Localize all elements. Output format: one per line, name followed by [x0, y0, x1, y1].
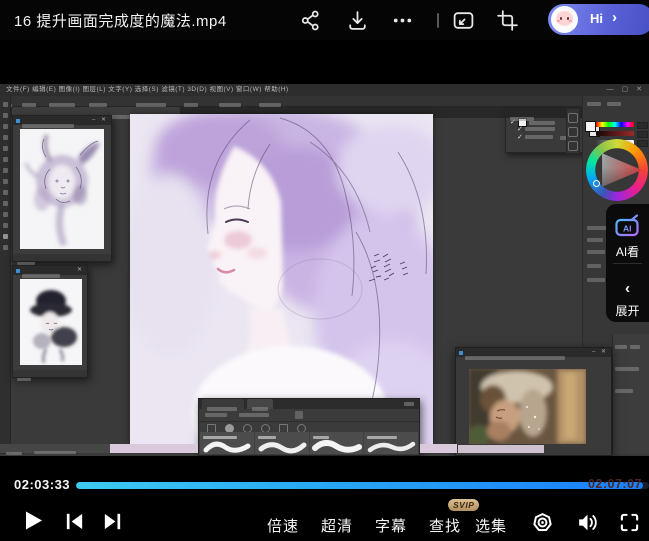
- progress-bar[interactable]: [76, 482, 649, 489]
- ps-floating-window-sketch2[interactable]: ✕: [12, 265, 88, 378]
- brush-preset[interactable]: [200, 432, 255, 454]
- ps-status-bar: [0, 444, 110, 453]
- ps-window-controls: — ▢ ✕: [607, 84, 645, 96]
- speed-button[interactable]: 倍速: [267, 515, 299, 536]
- brush-tab[interactable]: [247, 399, 273, 409]
- total-duration: 02:07:07: [588, 477, 642, 491]
- status-strip-segment: [110, 444, 198, 453]
- episodes-button[interactable]: 选集: [475, 515, 507, 536]
- volume-icon[interactable]: [576, 511, 599, 534]
- window-status-bar: [13, 370, 87, 377]
- ps-brush-panel[interactable]: [198, 398, 420, 456]
- brush-settings-tab[interactable]: [202, 399, 244, 409]
- crop-icon[interactable]: [496, 9, 519, 32]
- slider-value-box[interactable]: [637, 122, 648, 129]
- quality-button[interactable]: 超清: [321, 515, 353, 536]
- reference-photo: [469, 369, 586, 444]
- ps-collapsed-panel-strip[interactable]: [566, 108, 580, 154]
- assistant-avatar-button[interactable]: Hi ›: [548, 4, 649, 35]
- svip-badge[interactable]: SVIP: [448, 499, 479, 511]
- close-icon[interactable]: – ✕: [92, 116, 108, 125]
- share-icon[interactable]: [299, 9, 322, 32]
- side-overlay-panel: AI AI看 ‹ 展开: [606, 204, 649, 322]
- assistant-greeting: Hi: [590, 11, 603, 26]
- slider-value-box[interactable]: [637, 131, 648, 138]
- ps-layers-panel[interactable]: [612, 334, 649, 454]
- ps-toolbar: [0, 96, 11, 454]
- pip-icon[interactable]: [452, 9, 475, 32]
- ai-view-label: AI看: [606, 243, 649, 260]
- ai-view-button[interactable]: AI AI看: [606, 204, 649, 260]
- checkmark-icon[interactable]: ✓: [517, 134, 523, 141]
- more-icon[interactable]: [391, 9, 414, 32]
- expand-button[interactable]: ‹ 展开: [606, 260, 649, 319]
- close-icon[interactable]: ✕: [77, 266, 84, 275]
- brush-preset[interactable]: [364, 432, 418, 454]
- video-player: 16 提升画面完成度的魔法.mp4: [0, 0, 649, 541]
- ps-floating-window-photo[interactable]: – ✕: [455, 347, 612, 456]
- download-icon[interactable]: [346, 9, 369, 32]
- expand-label: 展开: [606, 302, 649, 319]
- find-button[interactable]: 查找: [429, 515, 461, 536]
- svg-text:AI: AI: [623, 224, 632, 234]
- current-time: 02:03:33: [14, 477, 70, 492]
- window-title-bar[interactable]: – ✕: [456, 348, 611, 357]
- portrait-painting: [130, 114, 433, 444]
- ps-foreground-color-swatch[interactable]: [585, 121, 596, 132]
- ai-camera-icon: AI: [614, 214, 642, 238]
- progress-fill[interactable]: [76, 482, 643, 489]
- previous-button[interactable]: [63, 510, 86, 533]
- video-title: 16 提升画面完成度的魔法.mp4: [14, 10, 227, 31]
- ps-color-wheel[interactable]: [586, 139, 648, 201]
- brush-preset-list[interactable]: [200, 432, 418, 454]
- toolbar-separator: [437, 13, 439, 28]
- hat-character-sketch: [20, 279, 82, 365]
- brush-preset[interactable]: [310, 432, 365, 454]
- brush-preset[interactable]: [255, 432, 310, 454]
- chevron-left-icon: ‹: [606, 282, 649, 296]
- ps-options-bar: [0, 96, 649, 107]
- red-channel-slider[interactable]: [596, 131, 634, 136]
- checkmark-icon[interactable]: ✓: [517, 126, 523, 133]
- fullscreen-icon[interactable]: [619, 512, 640, 533]
- window-title-bar[interactable]: – ✕: [13, 116, 111, 125]
- ps-menu-bar: 文件(F) 编辑(E) 图像(I) 图层(L) 文字(Y) 选择(S) 滤镜(T…: [0, 84, 649, 96]
- window-status-bar: [13, 254, 111, 261]
- mascot-avatar: [551, 6, 578, 33]
- hue-slider[interactable]: [596, 122, 634, 127]
- hue-cursor[interactable]: [593, 180, 600, 187]
- window-status-bar: [458, 445, 544, 453]
- next-button[interactable]: [101, 510, 124, 533]
- ps-menu-text: 文件(F) 编辑(E) 图像(I) 图层(L) 文字(Y) 选择(S) 滤镜(T…: [6, 86, 289, 93]
- ps-main-canvas-artwork[interactable]: [130, 114, 433, 444]
- play-button[interactable]: [20, 508, 45, 533]
- close-icon[interactable]: – ✕: [592, 348, 608, 357]
- window-title-bar[interactable]: ✕: [13, 266, 87, 275]
- video-frame-photoshop[interactable]: 文件(F) 编辑(E) 图像(I) 图层(L) 文字(Y) 选择(S) 滤镜(T…: [0, 84, 649, 456]
- chevron-right-icon: ›: [612, 9, 617, 26]
- top-bar: 16 提升画面完成度的魔法.mp4: [0, 0, 649, 40]
- ps-floating-window-sketch1[interactable]: – ✕: [12, 115, 112, 262]
- eye-icon[interactable]: [531, 511, 554, 534]
- status-strip-segment: [420, 444, 457, 453]
- subtitles-button[interactable]: 字幕: [375, 515, 407, 536]
- creature-sketch: [20, 129, 104, 249]
